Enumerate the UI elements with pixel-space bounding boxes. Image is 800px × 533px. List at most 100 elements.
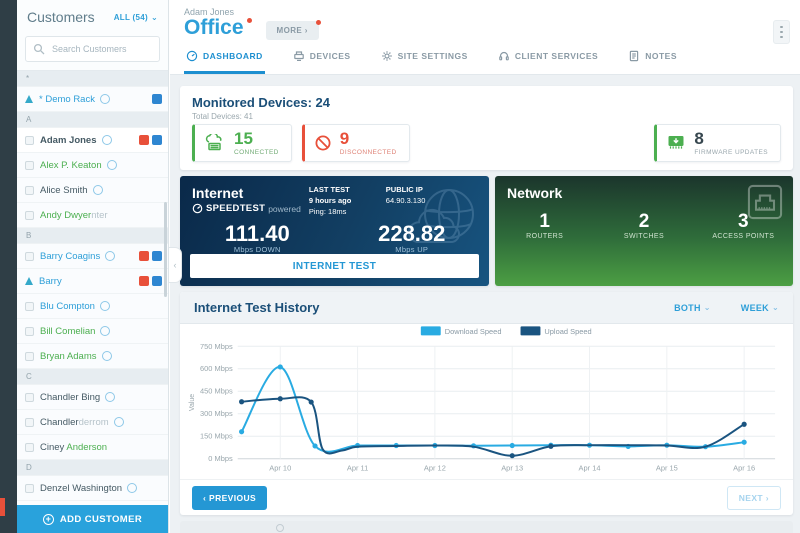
customer-list-item[interactable]: Bill Comelian	[17, 319, 168, 344]
customer-name: Barry Coagins	[40, 251, 100, 262]
svg-text:Apr 15: Apr 15	[656, 464, 678, 473]
status-circle-icon	[100, 301, 110, 311]
status-circle-icon	[102, 135, 112, 145]
kebab-menu-icon[interactable]	[773, 20, 790, 44]
customer-icon	[25, 418, 34, 427]
svg-text:Upload Speed: Upload Speed	[544, 327, 591, 336]
speedtest-powered: powered	[268, 204, 301, 214]
dashboard-icon	[186, 50, 198, 62]
status-circle-icon	[127, 483, 137, 493]
svg-text:Apr 10: Apr 10	[269, 464, 291, 473]
customer-list-item[interactable]: Alex P. Keaton	[17, 153, 168, 178]
status-circle-icon	[93, 185, 103, 195]
app-window: Customers ALL (54)⌄ ** Demo RackAAdam Jo…	[0, 0, 800, 533]
chevron-right-icon: ›	[305, 26, 308, 35]
tab-client-services[interactable]: CLIENT SERVICES	[496, 50, 600, 74]
customer-list-item[interactable]: Andy Dwyernter	[17, 203, 168, 228]
letter-group-header: D	[17, 460, 168, 476]
customer-list-item[interactable]: Chandler Bing	[17, 385, 168, 410]
network-title: Network	[507, 185, 562, 201]
red-alert-badge	[139, 251, 149, 261]
tab-notes[interactable]: NOTES	[626, 50, 679, 74]
last-test-block: LAST TEST 9 hours ago Ping: 18ms	[309, 185, 386, 218]
rack-icon	[25, 95, 33, 103]
svg-text:0 Mbps: 0 Mbps	[208, 454, 233, 463]
letter-group-header: C	[17, 369, 168, 385]
period-filter-dropdown[interactable]: WEEK⌄	[741, 303, 779, 313]
next-section-sliver	[180, 521, 793, 533]
firmware-chip-icon	[666, 134, 686, 152]
customer-list-item[interactable]: Blu Compton	[17, 294, 168, 319]
rack-icon	[25, 277, 33, 285]
customer-name: Blu Compton	[40, 301, 95, 312]
sidebar-title: Customers	[27, 9, 95, 25]
series-filter-dropdown[interactable]: BOTH⌄	[674, 303, 711, 313]
tab-site-settings[interactable]: SITE SETTINGS	[379, 50, 470, 74]
customer-icon	[25, 161, 34, 170]
history-title: Internet Test History	[194, 300, 319, 315]
internet-test-history-card: Internet Test History BOTH⌄ WEEK⌄ 0 Mbps…	[180, 292, 793, 515]
firmware-updates-stat[interactable]: 8FIRMWARE UPDATES	[654, 124, 781, 162]
customer-name: Bill Comelian	[40, 326, 95, 337]
search-input[interactable]	[25, 36, 160, 62]
sidebar-scrollbar[interactable]	[164, 202, 167, 297]
caret-down-icon: ⌄	[151, 13, 158, 22]
customer-name: * Demo Rack	[39, 94, 95, 105]
customer-icon	[25, 211, 34, 220]
tab-devices[interactable]: DEVICES	[291, 50, 353, 74]
previous-button[interactable]: ‹ PREVIOUS	[192, 486, 267, 510]
customer-icon	[25, 252, 34, 261]
blue-alert-badge	[152, 94, 162, 104]
more-button[interactable]: MORE ›	[266, 21, 319, 40]
disconnected-icon	[314, 134, 332, 152]
blue-alert-badge	[152, 251, 162, 261]
caret-down-icon: ⌄	[772, 303, 779, 312]
customer-name: Ciney Anderson	[40, 442, 107, 453]
chevron-right-icon: ›	[766, 493, 769, 503]
blue-alert-badge	[152, 135, 162, 145]
internet-test-button[interactable]: INTERNET TEST	[190, 254, 479, 278]
disconnected-stat[interactable]: 9DISCONNECTED	[302, 124, 410, 162]
customer-icon	[25, 352, 34, 361]
customer-list-item[interactable]: * Demo Rack	[17, 87, 168, 112]
customer-filter-dropdown[interactable]: ALL (54)⌄	[114, 13, 158, 22]
search-icon	[33, 43, 45, 55]
speedtest-brand: SPEEDTEST	[206, 203, 265, 214]
next-button[interactable]: NEXT ›	[727, 486, 781, 510]
monitored-devices-title: Monitored Devices: 24	[192, 95, 781, 110]
customer-list-item[interactable]: Barry Coagins	[17, 244, 168, 269]
status-circle-icon	[105, 392, 115, 402]
customer-list-item[interactable]: Ciney Anderson	[17, 435, 168, 460]
customer-list: ** Demo RackAAdam JonesAlex P. KeatonAli…	[17, 70, 168, 505]
chevron-left-icon: ‹	[174, 260, 177, 270]
connected-devices-icon	[204, 134, 226, 152]
connected-stat[interactable]: 15CONNECTED	[192, 124, 292, 162]
left-rail	[0, 0, 17, 533]
customer-list-item[interactable]: Bryan Adams	[17, 344, 168, 369]
customer-list-item[interactable]: Denzel Washington	[17, 476, 168, 501]
svg-text:750 Mbps: 750 Mbps	[200, 342, 233, 351]
status-circle-icon	[107, 160, 117, 170]
customer-list-item[interactable]: Chandlerderrom	[17, 410, 168, 435]
main-area: Adam Jones Office MORE › DASHBOARD DEVIC…	[170, 0, 800, 533]
routers-count: 1ROUTERS	[495, 212, 594, 240]
customer-list-item[interactable]: Adam Jones	[17, 128, 168, 153]
switches-count: 2SWITCHES	[594, 212, 693, 240]
site-header: Adam Jones Office MORE › DASHBOARD DEVIC…	[170, 0, 800, 75]
tab-dashboard[interactable]: DASHBOARD	[184, 50, 265, 74]
customer-icon	[25, 136, 34, 145]
sidebar-collapse-handle[interactable]: ‹	[169, 247, 182, 283]
add-customer-button[interactable]: + ADD CUSTOMER	[17, 505, 168, 533]
internet-card: Internet SPEEDTEST powered LAST TEST 9 h…	[180, 176, 489, 286]
customers-sidebar: Customers ALL (54)⌄ ** Demo RackAAdam Jo…	[17, 0, 169, 533]
monitored-devices-card: Monitored Devices: 24 Total Devices: 41 …	[180, 86, 793, 170]
customer-list-item[interactable]: Alice Smith	[17, 178, 168, 203]
status-circle-icon	[105, 251, 115, 261]
download-speed-value: 111.40 Mbps DOWN	[180, 222, 335, 254]
chevron-left-icon: ‹	[203, 493, 206, 503]
customer-list-item[interactable]: Barry	[17, 269, 168, 294]
customer-icon	[25, 443, 34, 452]
svg-text:300 Mbps: 300 Mbps	[200, 409, 233, 418]
customer-name: Chandler Bing	[40, 392, 100, 403]
customer-name: Adam Jones	[40, 135, 97, 146]
